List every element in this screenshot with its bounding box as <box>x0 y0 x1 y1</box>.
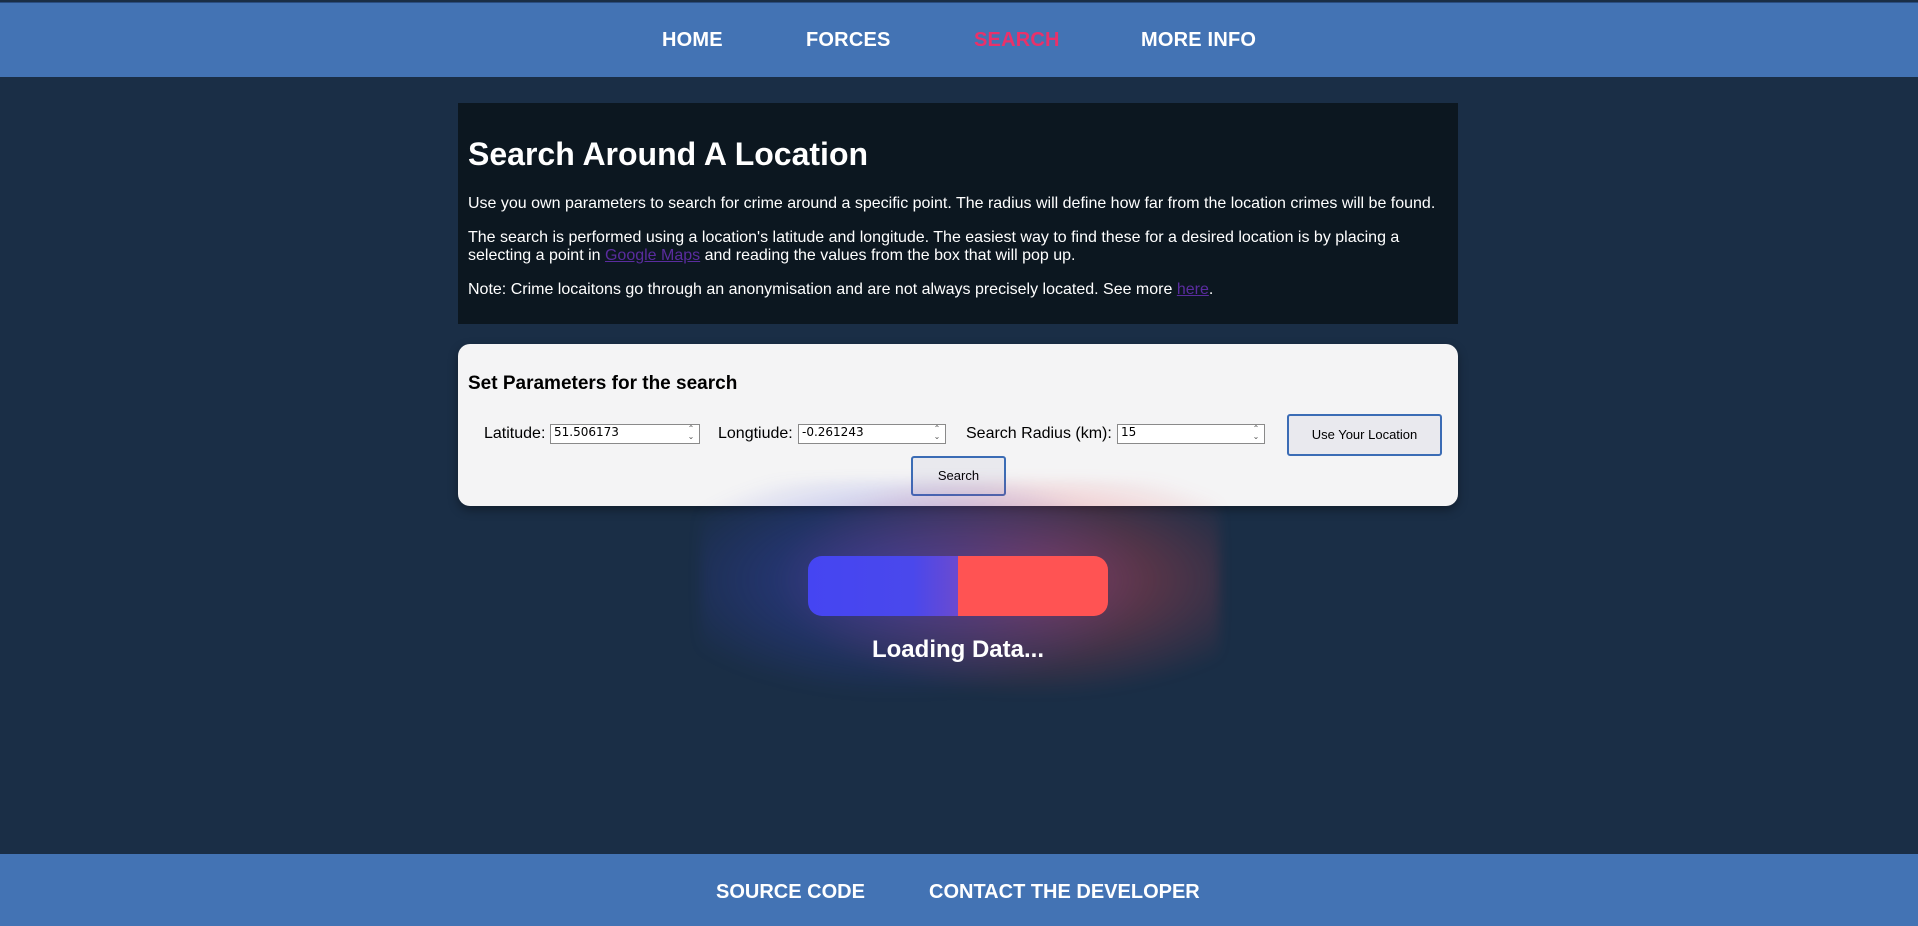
intro-paragraph-1: Use you own parameters to search for cri… <box>468 195 1436 212</box>
loading-bar-fill <box>808 556 958 616</box>
here-link[interactable]: here <box>1177 281 1209 298</box>
intro-note-text-end: . <box>1208 281 1214 298</box>
longitude-label: Longtiude: <box>718 425 793 442</box>
intro-note: Note: Crime locaitons go through an anon… <box>468 281 1443 299</box>
use-your-location-button[interactable]: Use Your Location <box>1287 414 1442 456</box>
google-maps-link[interactable]: Google Maps <box>605 247 700 264</box>
loading-text: Loading Data... <box>871 636 1044 663</box>
latitude-input[interactable]: 51.506173 <box>550 424 700 444</box>
parameters-title: Set Parameters for the search <box>468 373 738 394</box>
intro-paragraph-2: The search is performed using a location… <box>468 229 1443 265</box>
intro-panel: Search Around A Location Use you own par… <box>458 103 1458 324</box>
latitude-spinner-icon[interactable]: ⌃ ⌄ <box>684 425 698 443</box>
nav-forces[interactable]: FORCES <box>806 29 891 52</box>
footer-contact-link[interactable]: CONTACT THE DEVELOPER <box>929 881 1200 904</box>
nav-home[interactable]: HOME <box>662 29 723 52</box>
longitude-spinner-icon[interactable]: ⌃ ⌄ <box>930 425 944 443</box>
longitude-input[interactable]: -0.261243 <box>798 424 946 444</box>
footer-source-code-link[interactable]: SOURCE CODE <box>716 881 865 904</box>
nav-search[interactable]: SEARCH <box>974 29 1060 52</box>
footer: SOURCE CODE CONTACT THE DEVELOPER <box>0 854 1918 926</box>
loading-bar-remaining <box>958 556 1108 616</box>
radius-spinner-icon[interactable]: ⌃ ⌄ <box>1249 425 1263 443</box>
nav-more-info[interactable]: MORE INFO <box>1141 29 1256 52</box>
radius-label: Search Radius (km): <box>966 425 1112 442</box>
radius-input[interactable]: 15 <box>1117 424 1265 444</box>
top-nav: HOME FORCES SEARCH MORE INFO <box>0 2 1918 77</box>
latitude-label: Latitude: <box>484 425 546 442</box>
loading-bar <box>808 556 1108 616</box>
intro-paragraph-2-text-end: and reading the values from the box that… <box>700 247 1076 264</box>
intro-note-text: Note: Crime locaitons go through an anon… <box>468 281 1177 298</box>
page-title: Search Around A Location <box>468 136 869 172</box>
